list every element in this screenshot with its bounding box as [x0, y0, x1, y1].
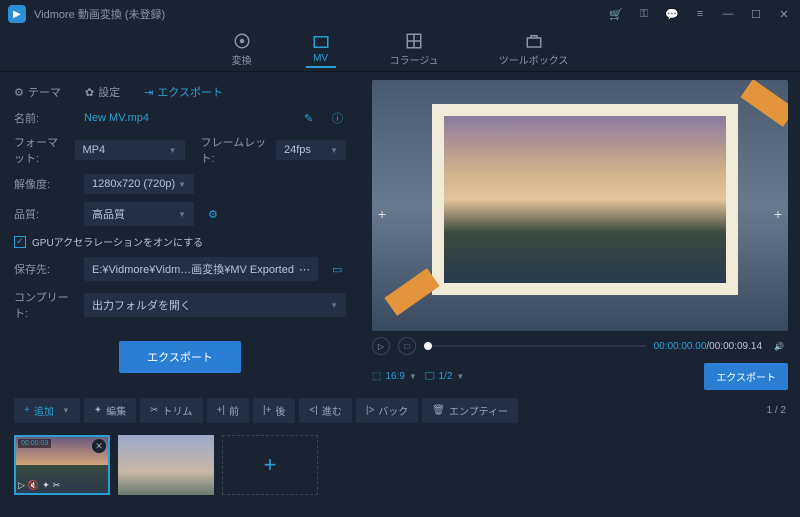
tab-convert[interactable]: 変換 [226, 30, 258, 69]
display-scale-select[interactable]: 🖵1/2▼ [425, 371, 464, 382]
timeline-toolbar: +追加▼ ✦編集 ✂トリム +|前 |+後 <|進む |>バック 🗑エンプティー… [0, 392, 800, 429]
insert-after-icon: |+ [263, 405, 271, 416]
export-icon: ⇥ [144, 86, 153, 99]
preview-canvas[interactable]: + + [372, 80, 788, 331]
volume-icon[interactable]: 🔊 [770, 337, 788, 355]
back-button[interactable]: |>バック [356, 398, 418, 423]
cart-icon[interactable]: 🛒 [608, 6, 624, 22]
maximize-icon[interactable]: ☐ [748, 6, 764, 22]
preview-export-button[interactable]: エクスポート [704, 363, 788, 390]
quality-label: 品質: [14, 206, 76, 222]
app-title: Vidmore 動画変換 (未登録) [34, 6, 165, 22]
tab-collage[interactable]: コラージュ [384, 30, 445, 69]
insert-before-icon: +| [217, 405, 225, 416]
tape-decoration [740, 80, 788, 127]
stop-button[interactable]: □ [398, 337, 416, 355]
edit-icon[interactable]: ✎ [304, 111, 318, 125]
crop-handle-right[interactable]: + [774, 206, 782, 222]
mv-icon [312, 33, 330, 51]
gear-icon: ✿ [85, 86, 94, 99]
export-panel: ⚙テーマ ✿設定 ⇥エクスポート 名前: New MV.mp4 ✎ ⓘ フォーマ… [0, 72, 360, 392]
time-display: 00:00:00.00/00:00:09.14 [654, 341, 762, 352]
cut-icon[interactable]: ✂ [53, 480, 61, 491]
format-select[interactable]: MP4▼ [75, 140, 185, 160]
play-icon[interactable]: ▷ [18, 480, 25, 491]
page-indicator: 1 / 2 [767, 405, 786, 416]
crop-handle-left[interactable]: + [378, 206, 386, 222]
thumb-actions: ▷ 🔇 ✦ ✂ [18, 480, 60, 491]
plus-icon: + [24, 405, 30, 416]
tab-mv[interactable]: MV [306, 31, 336, 68]
wand-icon: ✦ [94, 405, 102, 416]
sliders-icon: ⚙ [14, 86, 24, 99]
framerate-label: フレームレット: [201, 134, 269, 166]
toolbox-icon [525, 32, 543, 50]
timeline-thumbs: 00:00:03 ✕ ▷ 🔇 ✦ ✂ + [0, 429, 800, 501]
collage-icon [405, 32, 423, 50]
framerate-select[interactable]: 24fps▼ [276, 140, 346, 160]
add-clip-button[interactable]: + [222, 435, 318, 495]
mute-icon[interactable]: 🔇 [28, 480, 39, 491]
name-value[interactable]: New MV.mp4 [84, 112, 290, 124]
titlebar: ▶ Vidmore 動画変換 (未登録) 🛒 ⚿ 💬 ≡ — ☐ ✕ [0, 0, 800, 28]
forward-button[interactable]: <|進む [299, 398, 351, 423]
play-button[interactable]: ▷ [372, 337, 390, 355]
trim-button[interactable]: ✂トリム [140, 398, 202, 423]
complete-select[interactable]: 出力フォルダを開く▼ [84, 293, 346, 317]
save-path[interactable]: E:¥Vidmore¥Vidm…画変換¥MV Exported⋯ [84, 257, 318, 281]
step-forward-icon: |> [366, 405, 374, 416]
empty-button[interactable]: 🗑エンプティー [422, 398, 518, 423]
info-icon[interactable]: ⓘ [332, 111, 346, 125]
add-button[interactable]: +追加▼ [14, 398, 80, 423]
tab-toolbox[interactable]: ツールボックス [493, 30, 575, 69]
key-icon[interactable]: ⚿ [636, 6, 652, 22]
trash-icon: 🗑 [432, 405, 445, 416]
save-label: 保存先: [14, 261, 76, 277]
edit-button[interactable]: ✦編集 [84, 398, 136, 423]
settings-gear-icon[interactable]: ⚙ [208, 207, 222, 221]
photo-content [444, 116, 726, 283]
quality-select[interactable]: 高品質▼ [84, 202, 194, 226]
thumb-duration: 00:00:03 [18, 439, 51, 448]
gpu-checkbox[interactable]: ✓ [14, 236, 26, 248]
before-button[interactable]: +|前 [207, 398, 249, 423]
thumb-1[interactable]: 00:00:03 ✕ ▷ 🔇 ✦ ✂ [14, 435, 110, 495]
subtab-theme[interactable]: ⚙テーマ [14, 84, 61, 100]
folder-icon[interactable]: ▭ [332, 262, 346, 276]
monitor-icon: 🖵 [425, 371, 435, 382]
crop-icon: ⬚ [372, 371, 381, 382]
main-tabs: 変換 MV コラージュ ツールボックス [0, 28, 800, 72]
preview-panel: + + ▷ □ 00:00:00.00/00:00:09.14 🔊 ⬚16:9▼… [360, 72, 800, 392]
effects-icon[interactable]: ✦ [42, 480, 50, 491]
gpu-label: GPUアクセラレーションをオンにする [32, 234, 203, 249]
subtab-export[interactable]: ⇥エクスポート [144, 84, 223, 100]
export-button[interactable]: エクスポート [119, 341, 241, 373]
thumb-remove-icon[interactable]: ✕ [92, 439, 106, 453]
feedback-icon[interactable]: 💬 [664, 6, 680, 22]
scissors-icon: ✂ [150, 405, 158, 416]
app-logo-icon: ▶ [8, 5, 26, 23]
convert-icon [233, 32, 251, 50]
after-button[interactable]: |+後 [253, 398, 295, 423]
photo-frame [432, 104, 738, 295]
resolution-select[interactable]: 1280x720 (720p)▼ [84, 174, 194, 194]
thumb-2[interactable] [118, 435, 214, 495]
complete-label: コンプリート: [14, 289, 76, 321]
minimize-icon[interactable]: — [720, 6, 736, 22]
menu-icon[interactable]: ≡ [692, 6, 708, 22]
aspect-ratio-select[interactable]: ⬚16:9▼ [372, 371, 417, 382]
format-label: フォーマット: [14, 134, 67, 166]
step-back-icon: <| [309, 405, 317, 416]
progress-bar[interactable] [424, 345, 646, 347]
name-label: 名前: [14, 110, 76, 126]
close-icon[interactable]: ✕ [776, 6, 792, 22]
resolution-label: 解像度: [14, 176, 76, 192]
subtab-settings[interactable]: ✿設定 [85, 84, 120, 100]
